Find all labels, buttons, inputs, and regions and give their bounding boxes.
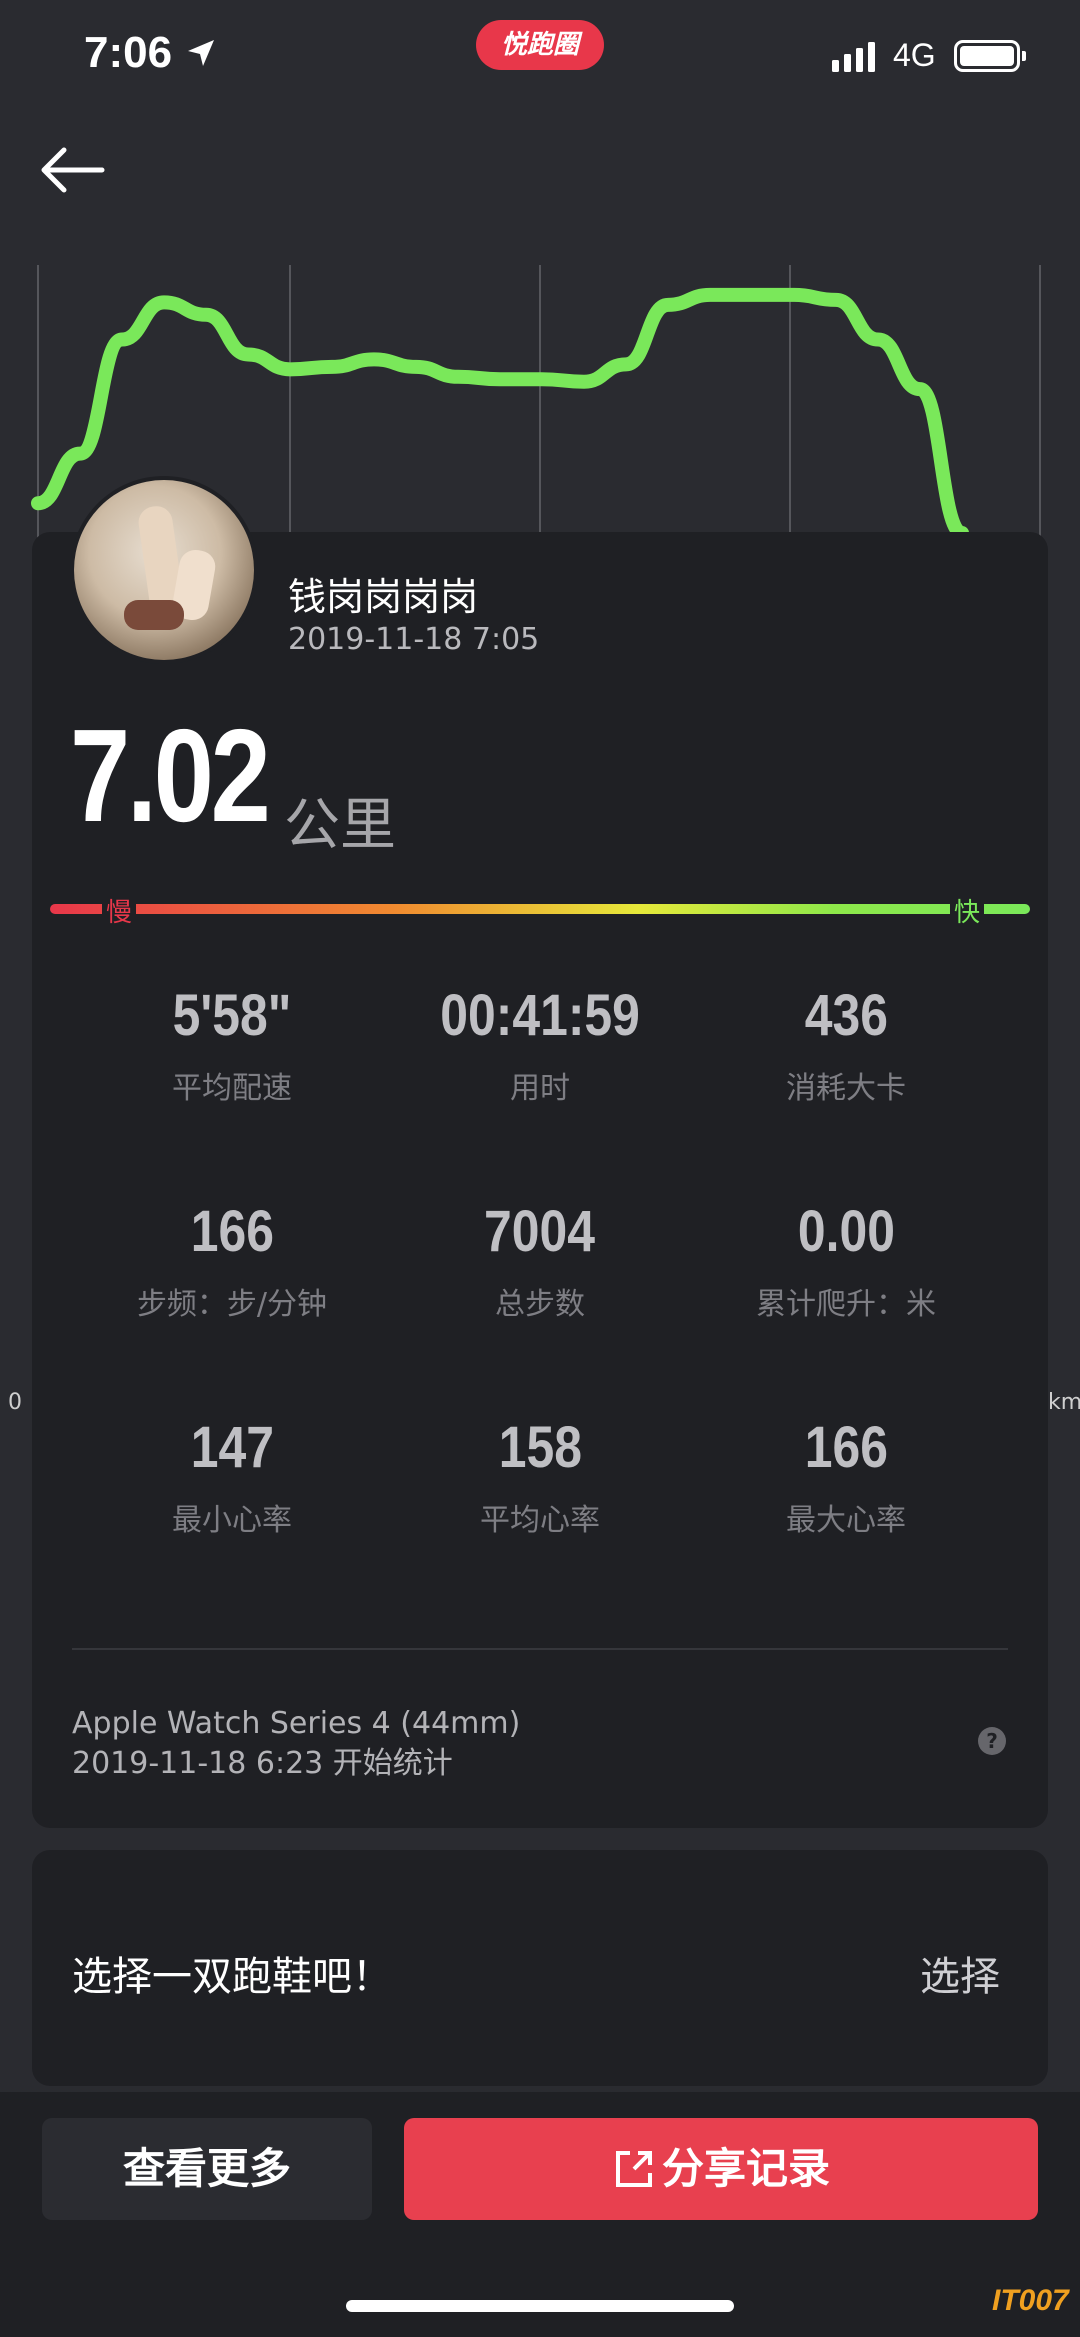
divider [72,1648,1008,1650]
device-info: Apple Watch Series 4 (44mm) 2019-11-18 6… [72,1704,520,1784]
share-record-button[interactable]: 分享记录 [404,2118,1038,2220]
chart-x-start-label: 0 [8,1390,22,1415]
app-badge: 悦跑圈 [476,20,604,70]
stat-value: 158 [498,1415,582,1480]
stat-label: 用时 [510,1071,570,1106]
signal-icon [832,42,875,72]
stat-elevation-gain: 0.00 累计爬升：米 [686,1198,1006,1323]
distance-unit: 公里 [284,793,396,858]
avatar[interactable] [70,476,258,664]
stat-min-heart-rate: 147 最小心率 [72,1414,392,1539]
shoe-prompt: 选择一双跑鞋吧！ [72,1954,392,2000]
stat-label: 消耗大卡 [786,1071,906,1106]
back-arrow-icon[interactable] [36,140,108,200]
pace-slow-label: 慢 [102,892,137,929]
stat-value: 5'58" [172,983,292,1048]
device-start-time: 2019-11-18 6:23 开始统计 [72,1746,453,1781]
stat-value: 436 [804,983,888,1048]
distance-value: 7.02 [70,702,271,849]
stat-avg-heart-rate: 158 平均心率 [380,1414,700,1539]
stat-label: 最大心率 [786,1503,906,1538]
chart-x-end-label: km [1048,1390,1080,1415]
home-indicator [346,2300,734,2312]
stat-label: 平均心率 [480,1503,600,1538]
status-time: 7:06 [84,28,173,77]
pace-fast-label: 快 [950,892,985,929]
stat-value: 166 [190,1199,274,1264]
help-icon[interactable]: ? [978,1727,1006,1755]
stat-label: 平均配速 [172,1071,292,1106]
device-name: Apple Watch Series 4 (44mm) [72,1706,521,1741]
watermark-logo: IT007 [992,2284,1069,2317]
stat-label: 步频：步/分钟 [136,1287,328,1322]
stat-total-steps: 7004 总步数 [380,1198,700,1323]
share-icon [615,2151,652,2187]
stat-value: 0.00 [797,1199,895,1264]
stat-value: 7004 [484,1199,596,1264]
share-record-label: 分享记录 [661,2144,830,2193]
stat-value: 166 [804,1415,888,1480]
stat-value: 00:41:59 [440,983,640,1048]
pace-gradient-bar [50,904,1030,914]
stat-cadence: 166 步频：步/分钟 [72,1198,392,1323]
stat-value: 147 [190,1415,274,1480]
stat-label: 最小心率 [172,1503,292,1538]
battery-icon [954,40,1026,72]
stat-label: 累计爬升：米 [756,1287,936,1322]
view-more-button[interactable]: 查看更多 [42,2118,372,2220]
stat-max-heart-rate: 166 最大心率 [686,1414,1006,1539]
shoe-select-button[interactable]: 选择 [920,1944,1000,2002]
stat-calories: 436 消耗大卡 [686,982,1006,1107]
stat-duration: 00:41:59 用时 [380,982,700,1107]
stat-avg-pace: 5'58" 平均配速 [72,982,392,1107]
location-arrow-icon [188,40,214,66]
user-name: 钱岗岗岗岗 [288,575,479,619]
stat-label: 总步数 [495,1287,585,1322]
network-type: 4G [893,37,936,73]
run-datetime: 2019-11-18 7:05 [288,622,540,657]
